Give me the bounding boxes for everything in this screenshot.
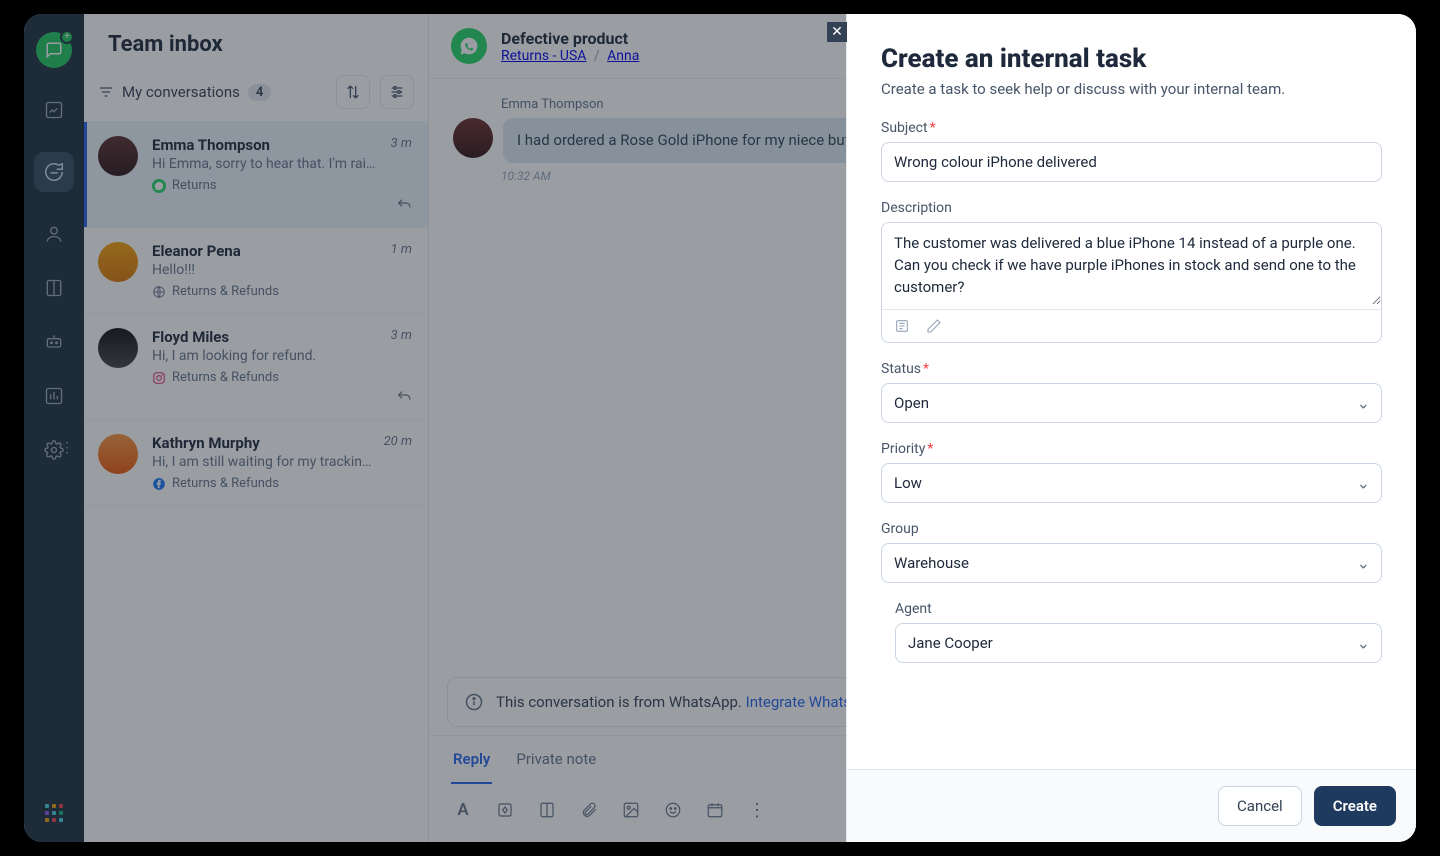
conversation-time: 3 m	[391, 328, 412, 343]
description-label: Description	[881, 200, 1382, 216]
drawer-title: Create an internal task	[881, 44, 1382, 74]
avatar	[98, 434, 138, 474]
conversation-item[interactable]: Emma Thompson Hi Emma, sorry to hear tha…	[84, 122, 428, 228]
apps-grid-icon[interactable]	[45, 804, 63, 822]
create-button[interactable]: Create	[1314, 786, 1396, 826]
conversation-snippet: Hi, I am looking for refund.	[152, 348, 381, 364]
more-icon[interactable]: ⋮	[747, 800, 767, 820]
conversation-snippet: Hello!!!	[152, 262, 381, 278]
sort-button[interactable]	[336, 75, 370, 109]
tab-private-note[interactable]: Private note	[514, 736, 598, 784]
conversation-snippet: Hi, I am still waiting for my tracking d…	[152, 454, 374, 470]
facebook-icon	[152, 477, 166, 491]
nav-rail: + ⋮	[24, 14, 84, 842]
dashboard-icon[interactable]	[42, 98, 66, 122]
conversation-agent-link[interactable]: Anna	[607, 48, 639, 64]
status-select[interactable]: Open	[881, 383, 1382, 423]
page-title: Team inbox	[84, 14, 428, 67]
subject-input[interactable]	[881, 142, 1382, 182]
conversation-name: Kathryn Murphy	[152, 434, 374, 452]
instagram-icon	[152, 371, 166, 385]
web-icon	[152, 285, 166, 299]
conversation-tag: Returns	[172, 178, 217, 193]
conversation-count-badge: 4	[248, 84, 271, 101]
canned-response-icon[interactable]	[495, 800, 515, 820]
edit-icon[interactable]	[926, 318, 942, 334]
info-icon	[464, 692, 484, 712]
conversation-time: 3 m	[391, 136, 412, 151]
conversation-tag: Returns & Refunds	[172, 370, 279, 385]
filter-button[interactable]	[380, 75, 414, 109]
conversation-name: Eleanor Pena	[152, 242, 381, 260]
filter-label: My conversations	[122, 83, 240, 101]
status-label: Status*	[881, 361, 1382, 377]
knowledge-icon[interactable]	[42, 276, 66, 300]
conversation-item[interactable]: Kathryn Murphy Hi, I am still waiting fo…	[84, 420, 428, 506]
bot-icon[interactable]	[42, 330, 66, 354]
reply-icon[interactable]	[396, 197, 412, 213]
conversation-name: Floyd Miles	[152, 328, 381, 346]
subject-label: Subject*	[881, 120, 1382, 136]
reply-icon[interactable]	[396, 389, 412, 405]
conversation-snippet: Hi Emma, sorry to hear that. I'm raising…	[152, 156, 381, 172]
emoji-icon[interactable]	[663, 800, 683, 820]
group-label: Group	[881, 521, 1382, 537]
whatsapp-icon	[152, 179, 166, 193]
priority-select[interactable]: Low	[881, 463, 1382, 503]
create-task-drawer: ✕ Create an internal task Create a task …	[846, 14, 1416, 842]
image-icon[interactable]	[621, 800, 641, 820]
agent-label: Agent	[895, 601, 1382, 617]
articles-icon[interactable]	[537, 800, 557, 820]
conversation-time: 20 m	[384, 434, 412, 449]
agent-select[interactable]: Jane Cooper	[895, 623, 1382, 663]
attachment-icon[interactable]	[579, 800, 599, 820]
group-select[interactable]: Warehouse	[881, 543, 1382, 583]
conversation-item[interactable]: Floyd Miles Hi, I am looking for refund.…	[84, 314, 428, 420]
customer-avatar	[453, 118, 493, 158]
settings-icon[interactable]: ⋮	[42, 438, 66, 462]
inbox-icon[interactable]	[34, 152, 74, 192]
insert-canned-icon[interactable]	[894, 318, 910, 334]
avatar	[98, 136, 138, 176]
conversation-item[interactable]: Eleanor Pena Hello!!! Returns & Refunds …	[84, 228, 428, 314]
drawer-subtitle: Create a task to seek help or discuss wi…	[881, 80, 1382, 98]
tab-reply[interactable]: Reply	[451, 736, 492, 784]
contacts-icon[interactable]	[42, 222, 66, 246]
avatar	[98, 328, 138, 368]
close-drawer-button[interactable]: ✕	[827, 22, 847, 42]
conversation-name: Emma Thompson	[152, 136, 381, 154]
priority-label: Priority*	[881, 441, 1382, 457]
description-input[interactable]	[882, 223, 1381, 305]
app-logo[interactable]: +	[36, 32, 72, 68]
whatsapp-channel-icon	[451, 28, 487, 64]
avatar	[98, 242, 138, 282]
conversation-tag: Returns & Refunds	[172, 284, 279, 299]
cancel-button[interactable]: Cancel	[1218, 786, 1302, 826]
conversation-list-panel: Team inbox My conversations 4 Emma Thomp…	[84, 14, 429, 842]
reports-icon[interactable]	[42, 384, 66, 408]
filter-dropdown[interactable]: My conversations 4	[98, 83, 326, 101]
conversation-tag: Returns & Refunds	[172, 476, 279, 491]
format-text-icon[interactable]: A	[453, 800, 473, 820]
conversation-title: Defective product	[501, 29, 639, 48]
calendar-icon[interactable]	[705, 800, 725, 820]
conversation-time: 1 m	[391, 242, 412, 257]
conversation-group-link[interactable]: Returns - USA	[501, 48, 586, 64]
